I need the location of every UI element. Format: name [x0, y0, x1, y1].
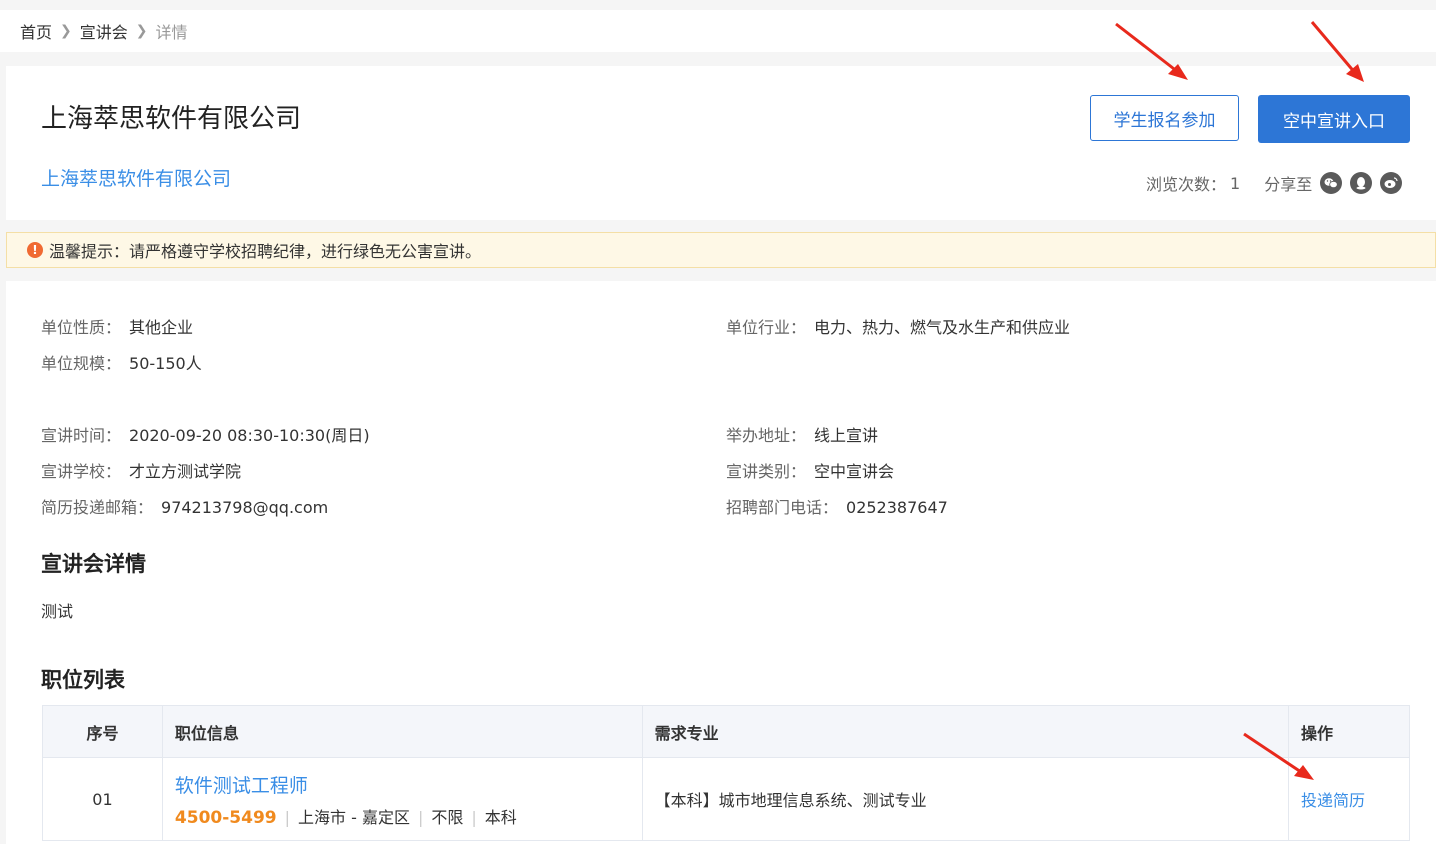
resume-email-label: 简历投递邮箱： [41, 498, 154, 517]
student-signup-button[interactable]: 学生报名参加 [1090, 95, 1239, 141]
header-card: 上海萃思软件有限公司 上海萃思软件有限公司 学生报名参加 空中宣讲入口 浏览次数… [6, 66, 1436, 220]
company-scale-value: 50-150人 [129, 354, 202, 373]
notice-bar: ! 温馨提示：请严格遵守学校招聘纪律，进行绿色无公害宣讲。 [6, 232, 1436, 268]
qq-icon[interactable] [1350, 172, 1373, 194]
breadcrumb-section[interactable]: 宣讲会 [80, 19, 128, 43]
weibo-icon[interactable] [1380, 172, 1403, 194]
job-title-link[interactable]: 软件测试工程师 [175, 771, 630, 798]
recruiting-phone-label: 招聘部门电话： [726, 498, 839, 517]
event-school-label: 宣讲学校： [41, 462, 122, 481]
wechat-icon[interactable] [1320, 172, 1343, 194]
divider: | [417, 807, 424, 827]
company-nature-label: 单位性质： [41, 318, 122, 337]
event-address: 举办地址： 线上宣讲 [726, 422, 878, 446]
resume-email: 简历投递邮箱： 974213798@qq.com [41, 494, 328, 518]
job-education: 本科 [484, 807, 517, 827]
recruiting-phone: 招聘部门电话： 0252387647 [726, 494, 948, 518]
warning-icon: ! [27, 242, 43, 258]
company-link[interactable]: 上海萃思软件有限公司 [41, 164, 231, 191]
major-cell: 【本科】城市地理信息系统、测试专业 [641, 757, 1290, 841]
event-address-label: 举办地址： [726, 426, 807, 445]
company-industry: 单位行业： 电力、热力、燃气及水生产和供应业 [726, 314, 1070, 338]
column-header-major: 需求专业 [641, 705, 1290, 758]
annotation-arrow-icon [1243, 732, 1314, 780]
breadcrumb-current: 详情 [155, 23, 188, 42]
company-nature: 单位性质： 其他企业 [41, 314, 193, 338]
event-type-value: 空中宣讲会 [814, 462, 895, 481]
divider: | [471, 807, 477, 827]
page-title: 上海萃思软件有限公司 [41, 104, 302, 134]
company-nature-value: 其他企业 [129, 318, 194, 337]
stats-bar: 浏览次数： 1 分享至 [1146, 171, 1403, 195]
divider: | [284, 807, 290, 827]
annotation-arrow-icon [1115, 22, 1188, 80]
company-scale: 单位规模： 50-150人 [41, 350, 202, 374]
salary: 4500-5499 [174, 807, 277, 828]
views-count: 1 [1230, 173, 1241, 193]
details-text: 测试 [41, 602, 74, 621]
job-info-cell: 软件测试工程师 4500-5499 | 上海市 - 嘉定区 | 不限 | 本科 [161, 757, 643, 841]
event-time: 宣讲时间： 2020-09-20 08:30-10:30(周日) [41, 422, 370, 446]
company-industry-label: 单位行业： [726, 318, 807, 337]
views-label: 浏览次数： [1146, 175, 1227, 194]
company-scale-label: 单位规模： [41, 354, 122, 373]
resume-email-value: 974213798@qq.com [161, 498, 329, 517]
chevron-right-icon: ❯ [135, 23, 148, 39]
event-type: 宣讲类别： 空中宣讲会 [726, 458, 894, 482]
annotation-arrow-icon [1310, 21, 1364, 82]
breadcrumb-home[interactable]: 首页 [20, 19, 52, 43]
event-school: 宣讲学校： 才立方测试学院 [41, 458, 241, 482]
share-label: 分享至 [1264, 175, 1313, 194]
column-header-job-info: 职位信息 [161, 705, 643, 758]
air-presentation-entry-button[interactable]: 空中宣讲入口 [1258, 95, 1410, 143]
event-time-label: 宣讲时间： [41, 426, 122, 445]
company-industry-value: 电力、热力、燃气及水生产和供应业 [814, 318, 1071, 337]
main-card: 单位性质： 其他企业 单位行业： 电力、热力、燃气及水生产和供应业 单位规模： 50-… [6, 281, 1436, 844]
event-school-value: 才立方测试学院 [129, 462, 242, 481]
notice-text: 温馨提示：请严格遵守学校招聘纪律，进行绿色无公害宣讲。 [49, 242, 482, 261]
table-header-row: 序号 职位信息 需求专业 操作 [42, 705, 1410, 758]
positions-table: 序号 职位信息 需求专业 操作 01 软件测试工程师 4500-5499 | 上海市… [42, 705, 1410, 841]
positions-heading: 职位列表 [41, 668, 125, 692]
chevron-right-icon: ❯ [60, 23, 72, 39]
event-time-value: 2020-09-20 08:30-10:30(周日) [129, 426, 370, 445]
row-index: 01 [42, 757, 163, 841]
job-location: 上海市 - 嘉定区 [298, 807, 410, 827]
submit-resume-link[interactable]: 投递简历 [1301, 791, 1365, 810]
recruiting-phone-value: 0252387647 [846, 498, 948, 517]
column-header-index: 序号 [42, 705, 163, 758]
event-address-value: 线上宣讲 [814, 426, 879, 445]
event-type-label: 宣讲类别： [726, 462, 807, 481]
table-row: 01 软件测试工程师 4500-5499 | 上海市 - 嘉定区 | 不限 | 本科 【本科… [42, 757, 1410, 841]
job-experience: 不限 [431, 807, 464, 827]
breadcrumb: 首页 ❯ 宣讲会 ❯ 详情 [0, 10, 1436, 52]
details-heading: 宣讲会详情 [41, 552, 146, 576]
